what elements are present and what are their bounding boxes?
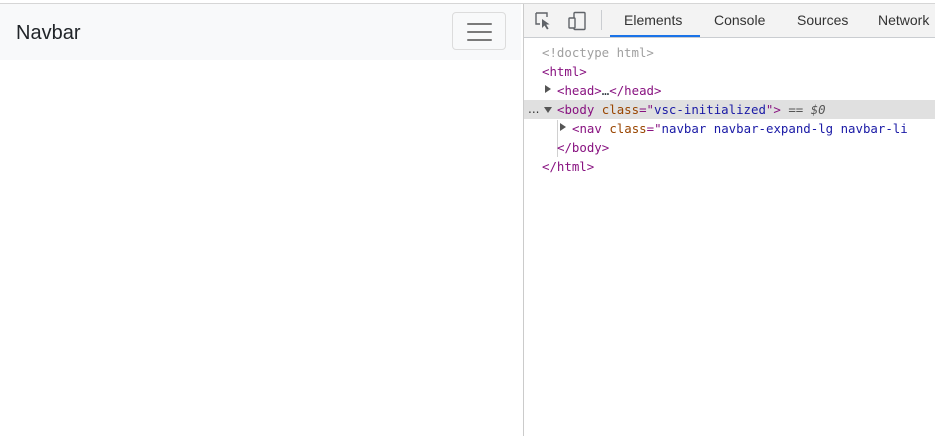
inspect-element-icon[interactable] (534, 11, 554, 31)
hamburger-icon (467, 23, 492, 41)
head-close-tag: </head> (609, 83, 662, 98)
doctype-text: <!doctype html> (542, 45, 654, 60)
dom-node-doctype[interactable]: <!doctype html> (542, 43, 654, 62)
tab-elements[interactable]: Elements (624, 4, 682, 37)
html-open-tag: <html> (542, 64, 587, 79)
tab-sources[interactable]: Sources (797, 4, 848, 37)
expand-nav-icon[interactable] (560, 123, 566, 131)
dom-node-body-close[interactable]: </body> (557, 138, 609, 157)
nav-attr-eq: =" (646, 121, 662, 136)
nav-attr-value: navbar navbar-expand-lg navbar-li (661, 121, 908, 136)
navbar-brand[interactable]: Navbar (16, 21, 80, 45)
dom-node-html[interactable]: <html> (542, 62, 587, 81)
body-attr-eq: =" (639, 102, 655, 117)
body-attr-close: "> (765, 102, 781, 117)
dom-node-head[interactable]: <head>…</head> (557, 81, 661, 100)
nav-attr-name: class (609, 121, 647, 136)
dom-node-body[interactable]: <body class="vsc-initialized"> == $0 (557, 100, 826, 119)
navbar: Navbar (0, 4, 521, 60)
devtools-toolbar: Elements Console Sources Network (524, 4, 935, 38)
dom-node-nav[interactable]: <nav class="navbar navbar-expand-lg navb… (572, 119, 908, 138)
body-attr-value: vsc-initialized (654, 102, 766, 117)
head-open-tag: <head> (557, 83, 602, 98)
device-toggle-icon[interactable] (567, 11, 587, 31)
collapse-body-icon[interactable] (544, 107, 552, 113)
body-open-tag: <body (557, 102, 595, 117)
body-attr-name: class (601, 102, 640, 117)
tab-network[interactable]: Network (878, 4, 929, 37)
html-close-tag: </html> (542, 159, 595, 174)
nav-open-tag: <nav (572, 121, 602, 136)
elements-dom-tree: ... <!doctype html> <html> <head>…</head… (524, 38, 935, 436)
node-actions-ellipsis[interactable]: ... (528, 100, 539, 119)
devtools-panel: Elements Console Sources Network ... <!d… (524, 4, 935, 436)
expand-head-icon[interactable] (545, 85, 551, 93)
active-tab-indicator (610, 35, 700, 37)
page-viewport: Navbar (0, 4, 523, 436)
selected-node-marker: == $0 (788, 102, 826, 117)
toolbar-separator (601, 10, 602, 30)
body-close-tag: </body> (557, 140, 610, 155)
navbar-toggler-button[interactable] (452, 12, 506, 50)
tab-console[interactable]: Console (714, 4, 765, 37)
dom-node-html-close[interactable]: </html> (542, 157, 594, 176)
